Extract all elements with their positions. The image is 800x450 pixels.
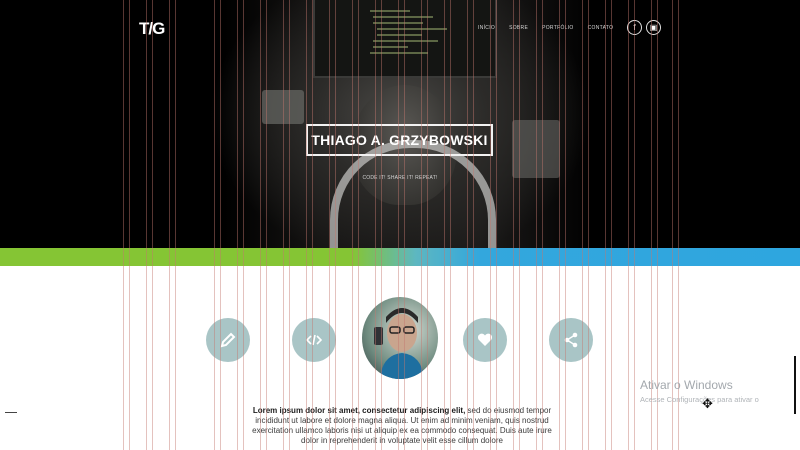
- main-nav: INÍCIO SOBRE PORTFÓLIO CONTATO: [478, 25, 627, 31]
- profile-avatar: [362, 297, 438, 379]
- facebook-icon[interactable]: f: [627, 20, 642, 35]
- site-logo[interactable]: T/G: [139, 19, 165, 39]
- share-icon[interactable]: [549, 318, 593, 362]
- hero-title-box: THIAGO A. GRZYBOWSKI: [306, 124, 493, 156]
- move-cursor-icon: ✥: [702, 396, 713, 411]
- activation-watermark-subtitle: Acesse Configurações para ativar o: [640, 395, 759, 404]
- nav-item-contato[interactable]: CONTATO: [588, 25, 614, 31]
- desk-paper-image: [512, 120, 560, 178]
- nav-item-sobre[interactable]: SOBRE: [509, 25, 528, 31]
- left-edge-marker: [5, 412, 17, 413]
- intro-paragraph: Lorem ipsum dolor sit amet, consectetur …: [252, 406, 552, 446]
- hero-section: T/G INÍCIO SOBRE PORTFÓLIO CONTATO f ▣ T…: [0, 0, 800, 248]
- pencil-icon[interactable]: [206, 318, 250, 362]
- scroll-indicator-icon[interactable]: [786, 356, 796, 414]
- heart-icon[interactable]: [463, 318, 507, 362]
- hero-tagline: CODE IT! SHARE IT! REPEAT!: [362, 175, 438, 181]
- nav-item-inicio[interactable]: INÍCIO: [478, 25, 495, 31]
- hero-title: THIAGO A. GRZYBOWSKI: [311, 132, 488, 148]
- color-stripe: [0, 248, 800, 266]
- activation-watermark-title: Ativar o Windows: [640, 378, 733, 392]
- intro-bold-text: Lorem ipsum dolor sit amet, consectetur …: [252, 406, 466, 415]
- monitor-image: [313, 0, 497, 78]
- code-icon[interactable]: [292, 318, 336, 362]
- social-link-icon[interactable]: ▣: [646, 20, 661, 35]
- nav-item-portfolio[interactable]: PORTFÓLIO: [542, 25, 574, 31]
- desk-device-image: [262, 90, 304, 124]
